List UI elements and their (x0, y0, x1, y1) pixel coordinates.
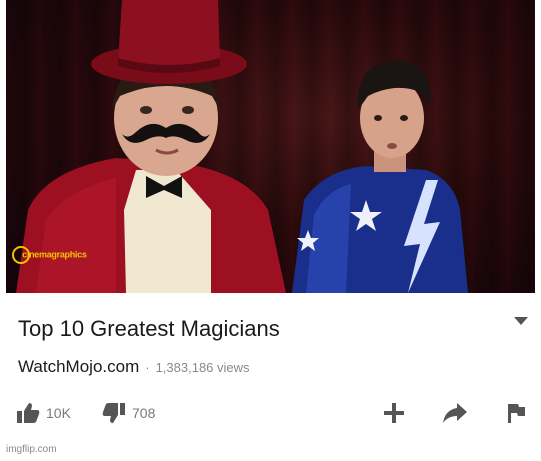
dislike-button[interactable]: 708 (102, 398, 155, 428)
imgflip-credit: imgflip.com (6, 444, 57, 455)
plus-icon (384, 403, 404, 423)
like-button[interactable]: 10K (16, 398, 71, 428)
video-thumbnail[interactable]: cinemagraphics (6, 0, 535, 293)
like-count: 10K (46, 405, 71, 421)
add-to-playlist-button[interactable] (382, 398, 406, 428)
video-meta: WatchMojo.com · 1,383,186 views (18, 357, 250, 377)
video-card: cinemagraphics Top 10 Greatest Magicians… (6, 0, 535, 461)
flag-icon (508, 404, 525, 423)
video-title[interactable]: Top 10 Greatest Magicians (18, 316, 280, 342)
view-count: 1,383,186 views (155, 360, 250, 375)
share-button[interactable] (442, 398, 468, 428)
action-bar: 10K 708 (16, 398, 526, 428)
meta-separator: · (145, 360, 150, 375)
boy-figure (292, 60, 468, 293)
share-arrow-icon (443, 403, 467, 423)
report-button[interactable] (506, 398, 526, 428)
channel-name[interactable]: WatchMojo.com (18, 357, 139, 376)
thumbnail-watermark: cinemagraphics (12, 246, 87, 264)
expand-chevron-icon[interactable] (514, 317, 528, 325)
dislike-count: 708 (132, 405, 156, 421)
thumbs-up-icon (17, 403, 40, 423)
thumbs-down-icon (102, 403, 125, 423)
